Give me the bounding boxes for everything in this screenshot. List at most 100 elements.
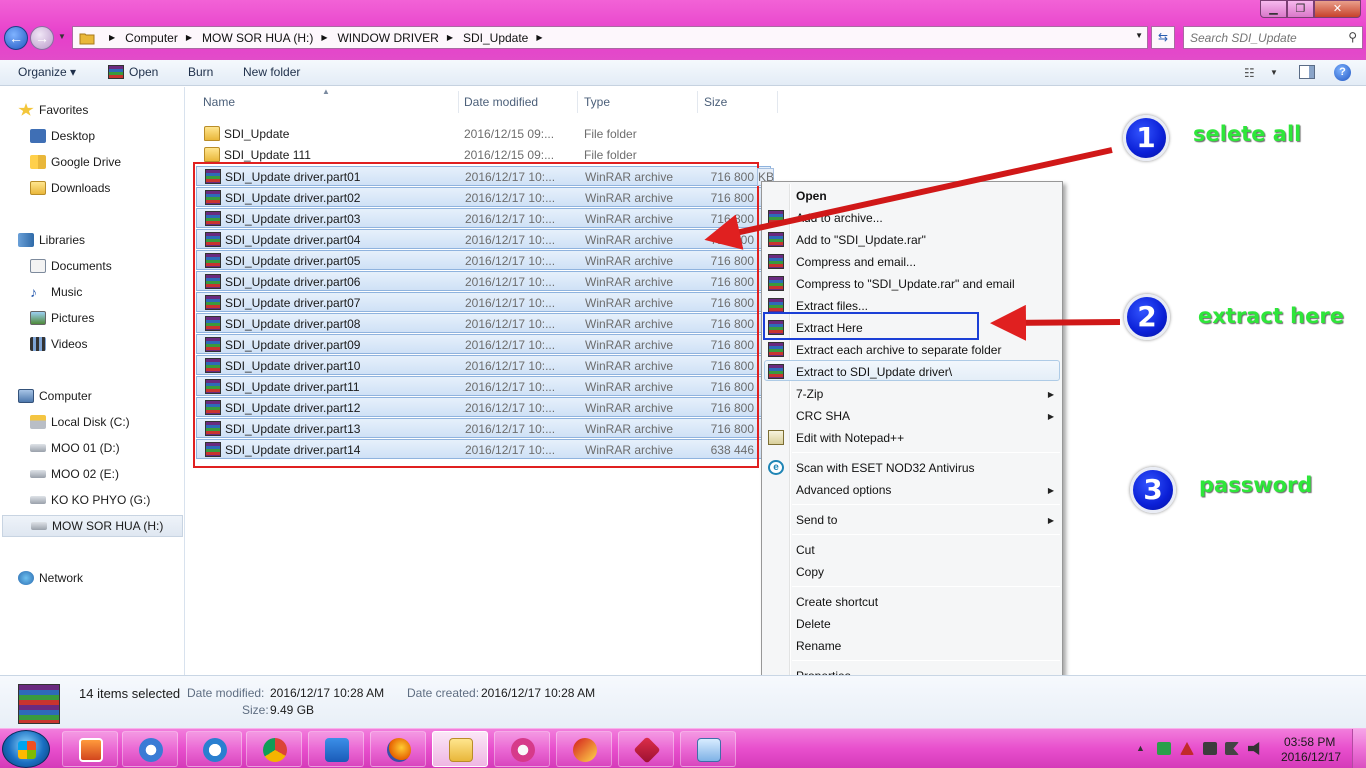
taskbar-app[interactable]: [556, 731, 612, 767]
step-2-badge: 2: [1124, 294, 1170, 340]
forward-arrow-icon: →: [35, 30, 49, 46]
menu-item-extract-each[interactable]: Extract each archive to separate folder: [796, 343, 1001, 357]
taskbar-explorer[interactable]: [432, 731, 488, 767]
menu-item-compress-email[interactable]: Compress and email...: [796, 255, 916, 269]
maximize-button[interactable]: ❐: [1287, 0, 1314, 18]
open-button[interactable]: Open: [129, 65, 158, 79]
details-pane: 14 items selected Date modified: 2016/12…: [0, 675, 1366, 728]
action-center-icon[interactable]: [1225, 742, 1239, 755]
clock-time[interactable]: 03:58 PM: [1284, 735, 1335, 749]
taskbar-chrome[interactable]: [246, 731, 302, 767]
documents-icon: [30, 259, 46, 273]
column-header-date[interactable]: Date modified: [464, 95, 538, 109]
organize-button[interactable]: Organize ▾: [18, 65, 76, 79]
menu-item-create-shortcut[interactable]: Create shortcut: [796, 595, 878, 609]
minimize-button[interactable]: ▁: [1260, 0, 1287, 18]
taskbar-security-app[interactable]: [186, 731, 242, 767]
menu-item-delete[interactable]: Delete: [796, 617, 831, 631]
search-box[interactable]: ⚲: [1183, 26, 1363, 49]
menu-item-cut[interactable]: Cut: [796, 543, 815, 557]
menu-item-rename[interactable]: Rename: [796, 639, 841, 653]
nav-drive-h[interactable]: MOW SOR HUA (H:): [2, 515, 183, 537]
menu-item-send-to[interactable]: Send to: [796, 513, 837, 527]
menu-item-compress-rar-email[interactable]: Compress to "SDI_Update.rar" and email: [796, 277, 1015, 291]
address-bar[interactable]: ▶ Computer ▶ MOW SOR HUA (H:) ▶ WINDOW DRI…: [72, 26, 1148, 49]
menu-item-crc-sha[interactable]: CRC SHA: [796, 409, 850, 423]
google-drive-icon: [30, 155, 46, 169]
search-input[interactable]: [1190, 28, 1340, 48]
search-icon[interactable]: ⚲: [1348, 30, 1357, 44]
menu-item-extract-to[interactable]: Extract to SDI_Update driver\: [796, 365, 952, 379]
winrar-icon: [768, 342, 784, 357]
breadcrumb-sdi-update[interactable]: SDI_Update ▶: [463, 27, 553, 48]
new-folder-button[interactable]: New folder: [243, 65, 300, 79]
taskbar-crown-app[interactable]: [308, 731, 364, 767]
drive-icon: [30, 496, 46, 504]
burn-button[interactable]: Burn: [188, 65, 213, 79]
menu-item-copy[interactable]: Copy: [796, 565, 824, 579]
warning-icon[interactable]: [1180, 742, 1194, 755]
taskbar-winrar[interactable]: [618, 731, 674, 767]
change-view-icon[interactable]: ☷: [1244, 66, 1255, 80]
help-icon[interactable]: ?: [1334, 64, 1351, 81]
firefox-icon: [387, 738, 411, 762]
taskbar: ▲ 03:58 PM 2016/12/17: [0, 728, 1366, 768]
show-hidden-icons[interactable]: ▲: [1136, 742, 1150, 755]
breadcrumb-window-driver[interactable]: WINDOW DRIVER ▶: [337, 27, 462, 48]
breadcrumb-computer[interactable]: Computer ▶: [125, 27, 202, 48]
column-header-size[interactable]: Size: [704, 95, 727, 109]
shield-icon[interactable]: [1157, 742, 1171, 755]
column-divider[interactable]: [697, 91, 698, 113]
computer-icon: [18, 389, 34, 403]
folder-icon: [79, 33, 95, 44]
nav-network[interactable]: Network: [18, 567, 201, 589]
taskbar-media-player[interactable]: [62, 731, 118, 767]
column-divider[interactable]: [458, 91, 459, 113]
clock-date[interactable]: 2016/12/17: [1281, 750, 1341, 764]
context-menu: Open Add to archive... Add to "SDI_Updat…: [761, 181, 1063, 689]
view-dropdown-icon[interactable]: ▼: [1270, 68, 1278, 77]
menu-item-scan-eset[interactable]: Scan with ESET NOD32 Antivirus: [796, 461, 975, 475]
file-name: SDI_Update 111: [224, 148, 311, 162]
volume-icon[interactable]: [1248, 742, 1260, 755]
start-button[interactable]: [2, 730, 50, 768]
breadcrumb-separator[interactable]: ▶: [101, 27, 125, 48]
folder-row[interactable]: SDI_Update 2016/12/15 09:... File folder: [196, 124, 771, 144]
menu-item-7zip[interactable]: 7-Zip: [796, 387, 823, 401]
menu-item-add-to-archive[interactable]: Add to archive...: [796, 211, 883, 225]
preview-pane-icon[interactable]: [1299, 65, 1315, 79]
menu-item-extract-files[interactable]: Extract files...: [796, 299, 868, 313]
menu-item-open[interactable]: Open: [796, 189, 827, 203]
step-1-label: selete all: [1193, 122, 1302, 146]
taskbar-tool-app[interactable]: [494, 731, 550, 767]
network-tray-icon[interactable]: [1203, 742, 1217, 755]
nav-computer[interactable]: Computer: [18, 385, 201, 407]
address-dropdown-icon[interactable]: ▼: [1135, 31, 1143, 40]
refresh-button[interactable]: ⇆: [1151, 26, 1175, 49]
nav-favorites[interactable]: Favorites: [18, 99, 201, 121]
chat-app-icon: [139, 738, 163, 762]
column-divider[interactable]: [577, 91, 578, 113]
breadcrumb-drive[interactable]: MOW SOR HUA (H:) ▶: [202, 27, 337, 48]
star-icon: [18, 103, 34, 116]
taskbar-notepad[interactable]: [680, 731, 736, 767]
back-button[interactable]: ←: [4, 26, 28, 50]
show-desktop-button[interactable]: [1352, 729, 1366, 768]
winrar-icon: [633, 736, 661, 764]
taskbar-firefox[interactable]: [370, 731, 426, 767]
recent-pages-dropdown[interactable]: ▼: [58, 32, 68, 44]
forward-button[interactable]: →: [30, 26, 54, 50]
column-divider[interactable]: [777, 91, 778, 113]
column-header-type[interactable]: Type: [584, 95, 610, 109]
taskbar-chat-app[interactable]: [122, 731, 178, 767]
menu-item-advanced-options[interactable]: Advanced options: [796, 483, 891, 497]
music-icon: ♪: [30, 284, 37, 300]
menu-item-edit-notepad[interactable]: Edit with Notepad++: [796, 431, 904, 445]
date-modified-value: 2016/12/17 10:28 AM: [270, 686, 385, 700]
extract-here-highlight-box: [763, 312, 979, 340]
column-header-name[interactable]: Name: [203, 95, 235, 109]
drive-icon: [30, 470, 46, 478]
nav-libraries[interactable]: Libraries: [18, 229, 201, 251]
close-button[interactable]: ✕: [1314, 0, 1361, 18]
menu-item-add-to-rar[interactable]: Add to "SDI_Update.rar": [796, 233, 926, 247]
